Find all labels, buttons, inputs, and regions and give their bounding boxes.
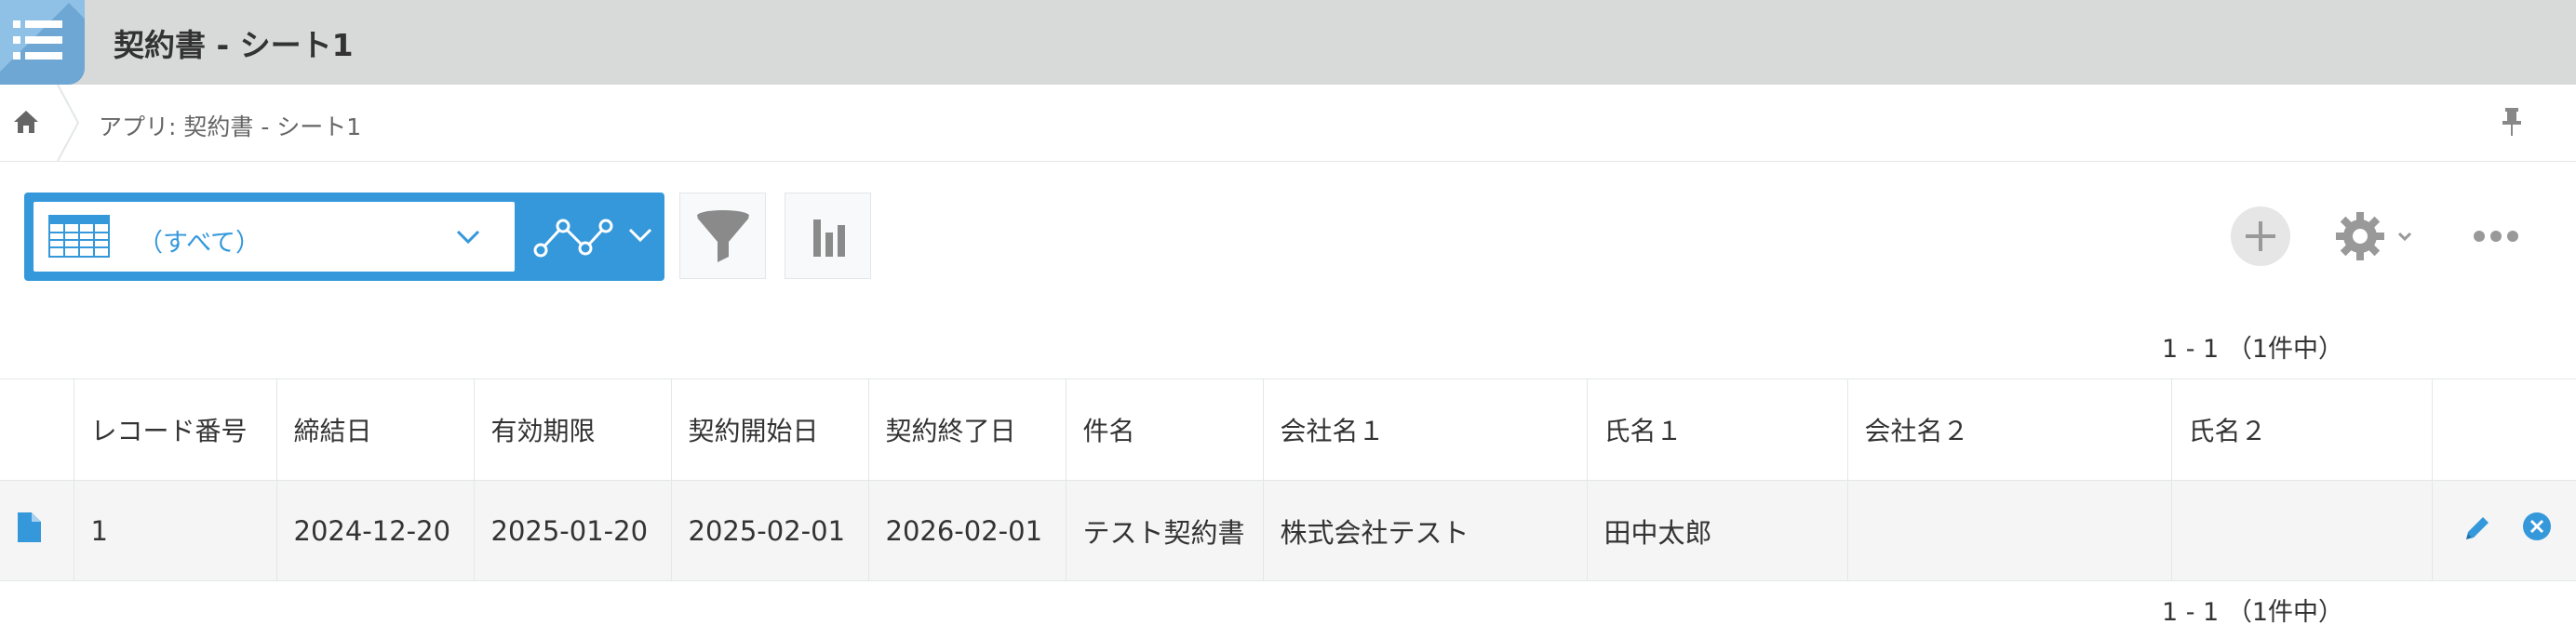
bar-chart-icon (813, 219, 845, 257)
document-icon (18, 512, 41, 542)
cell-company-1: 株式会社テスト (1262, 480, 1588, 581)
column-header-actions (2431, 379, 2576, 481)
table-header-row: レコード番号 締結日 有効期限 契約開始日 契約終了日 件名 会社名１ 氏名１ … (0, 379, 2576, 481)
chevron-down-icon (628, 228, 652, 243)
cell-expiry: 2025-01-20 (473, 480, 672, 581)
table-view-icon (48, 215, 110, 258)
line-graph-icon (533, 219, 613, 258)
pin-icon[interactable] (2498, 105, 2526, 142)
breadcrumb-app-link[interactable]: アプリ: 契約書 - シート1 (99, 109, 361, 142)
chart-button[interactable] (785, 193, 871, 279)
more-options-button[interactable] (2470, 219, 2522, 253)
gear-icon (2336, 212, 2412, 260)
record-detail-link[interactable] (0, 480, 74, 581)
more-icon (2474, 231, 2518, 242)
column-header-icon (0, 379, 74, 481)
column-header-name-2[interactable]: 氏名２ (2170, 379, 2433, 481)
pagination-top: 1 - 1 （1件中） (2161, 335, 2343, 364)
breadcrumb-separator (57, 85, 80, 161)
table-row: 1 2024-12-20 2025-01-20 2025-02-01 2026-… (0, 480, 2576, 581)
column-header-company-2[interactable]: 会社名２ (1846, 379, 2172, 481)
edit-icon[interactable] (2461, 512, 2494, 545)
add-record-button[interactable] (2231, 206, 2290, 266)
graph-select-button[interactable] (524, 193, 664, 281)
column-header-subject[interactable]: 件名 (1065, 379, 1264, 481)
home-icon[interactable] (9, 105, 43, 139)
cell-end-date: 2026-02-01 (867, 480, 1067, 581)
row-actions (2431, 480, 2576, 581)
cell-start-date: 2025-02-01 (670, 480, 869, 581)
delete-icon[interactable] (2520, 510, 2554, 543)
cell-name-1: 田中太郎 (1586, 480, 1848, 581)
column-header-start-date[interactable]: 契約開始日 (670, 379, 869, 481)
column-header-expiry[interactable]: 有効期限 (473, 379, 672, 481)
cell-name-2 (2170, 480, 2433, 581)
column-header-record-number[interactable]: レコード番号 (73, 379, 277, 481)
column-header-company-1[interactable]: 会社名１ (1262, 379, 1588, 481)
settings-button[interactable] (2334, 206, 2418, 266)
view-select-value: （すべて） (138, 229, 262, 258)
breadcrumb: アプリ: 契約書 - シート1 (0, 85, 2576, 162)
filter-button[interactable] (679, 193, 766, 279)
pagination-bottom: 1 - 1 （1件中） (2161, 598, 2343, 627)
records-table: レコード番号 締結日 有効期限 契約開始日 契約終了日 件名 会社名１ 氏名１ … (0, 379, 2576, 581)
list-icon[interactable] (0, 0, 85, 85)
view-bar: （すべて） (24, 193, 664, 281)
column-header-signing-date[interactable]: 締結日 (275, 379, 475, 481)
filter-icon (697, 210, 749, 262)
cell-company-2 (1846, 480, 2172, 581)
cell-subject: テスト契約書 (1065, 480, 1264, 581)
chevron-down-icon (456, 230, 480, 245)
column-header-name-1[interactable]: 氏名１ (1586, 379, 1848, 481)
cell-record-number: 1 (73, 480, 277, 581)
app-header: 契約書 - シート1 (0, 0, 2576, 85)
column-header-end-date[interactable]: 契約終了日 (867, 379, 1067, 481)
app-title: 契約書 - シート1 (114, 27, 354, 63)
cell-signing-date: 2024-12-20 (275, 480, 475, 581)
view-select[interactable]: （すべて） (34, 202, 515, 272)
plus-icon (2246, 221, 2275, 251)
